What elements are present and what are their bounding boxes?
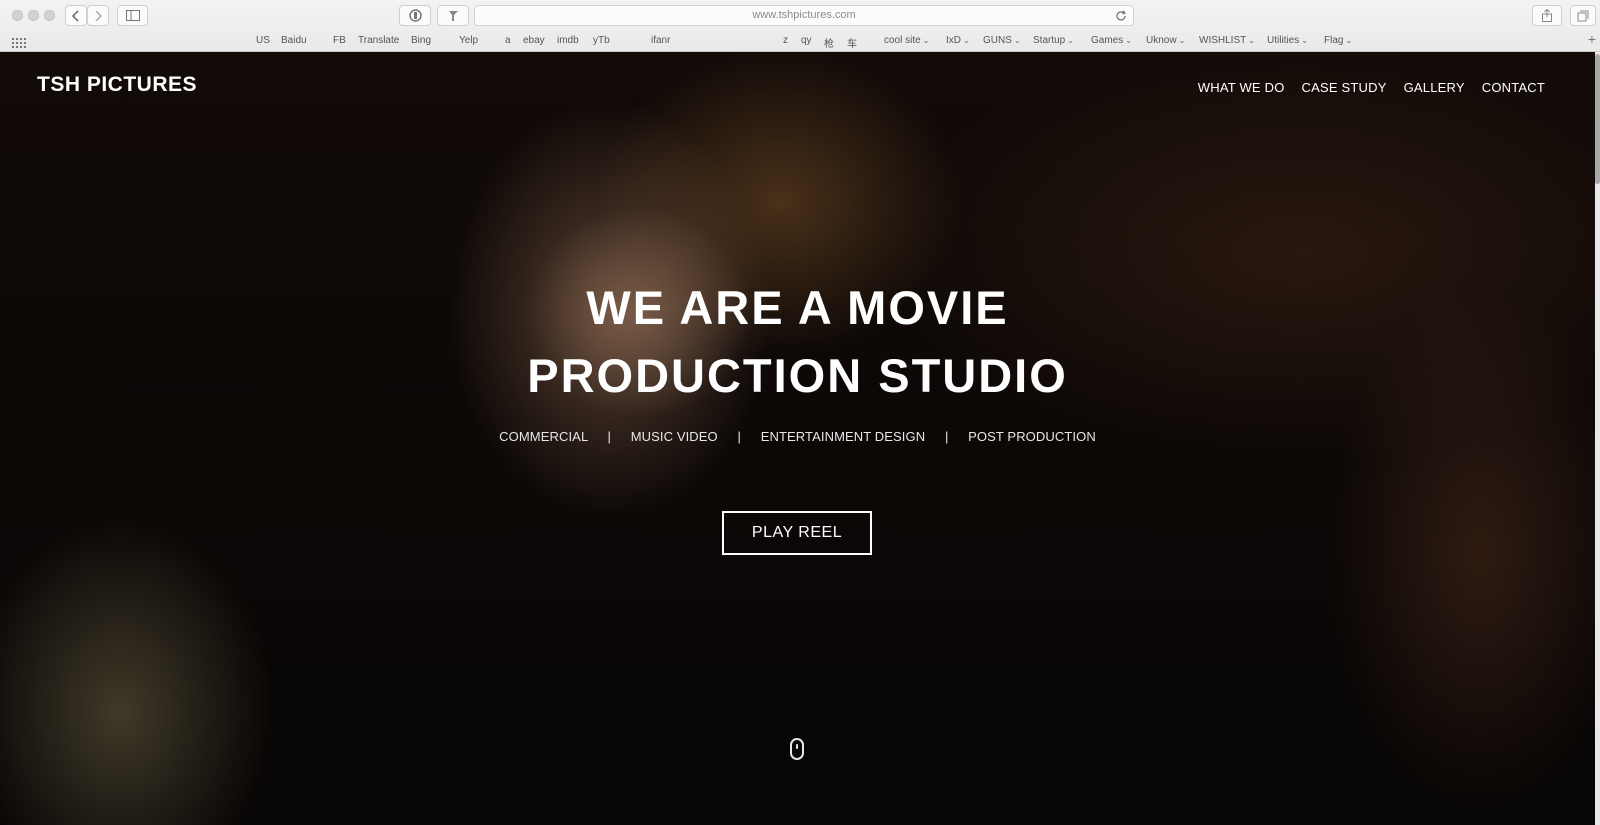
separator: | xyxy=(944,429,949,444)
headline-line-1: WE ARE A MOVIE xyxy=(586,281,1009,334)
window-close-button[interactable] xyxy=(12,10,23,21)
chevron-down-icon: ⌄ xyxy=(1301,36,1308,45)
back-button[interactable] xyxy=(65,5,87,26)
back-icon xyxy=(71,9,79,22)
bookmark-folder[interactable]: IxD ⌄ xyxy=(946,35,970,46)
address-bar[interactable]: www.tshpictures.com xyxy=(474,5,1134,26)
scroll-mouse-icon[interactable] xyxy=(790,738,804,760)
bookmark-item[interactable]: 枪 xyxy=(824,35,834,50)
share-button[interactable] xyxy=(1532,5,1562,26)
bookmark-item[interactable]: Yelp xyxy=(459,35,478,46)
nav-what-we-do[interactable]: WHAT WE DO xyxy=(1198,80,1285,95)
nav-case-study[interactable]: CASE STUDY xyxy=(1302,80,1387,95)
chevron-down-icon: ⌄ xyxy=(1067,36,1074,45)
services-list: COMMERCIAL | MUSIC VIDEO | ENTERTAINMENT… xyxy=(0,429,1595,444)
tabs-button[interactable] xyxy=(1570,5,1596,26)
chevron-down-icon: ⌄ xyxy=(1178,36,1186,45)
nav-gallery[interactable]: GALLERY xyxy=(1404,80,1465,95)
main-nav: WHAT WE DO CASE STUDY GALLERY CONTACT xyxy=(1198,80,1545,95)
bookmark-item[interactable]: a xyxy=(505,35,511,46)
bookmark-item[interactable]: z xyxy=(783,35,788,46)
bookmark-item[interactable]: 车 xyxy=(847,35,857,50)
bookmarks-bar: US Baidu FB Translate Bing Yelp a ebay i… xyxy=(0,32,1600,50)
chevron-down-icon: ⌄ xyxy=(1345,36,1353,45)
url-text: www.tshpictures.com xyxy=(752,9,856,21)
new-tab-icon[interactable]: + xyxy=(1588,31,1596,47)
chevron-down-icon: ⌄ xyxy=(922,36,930,45)
bookmark-item[interactable]: yTb xyxy=(593,35,610,46)
tabs-icon xyxy=(1577,10,1589,21)
browser-chrome: www.tshpictures.com US Baidu FB Translat… xyxy=(0,0,1600,52)
bookmark-item[interactable]: Baidu xyxy=(281,35,307,46)
chevron-down-icon: ⌄ xyxy=(963,36,970,45)
bookmark-item[interactable]: Bing xyxy=(411,35,431,46)
privacy-icon xyxy=(408,9,422,22)
privacy-button[interactable] xyxy=(399,5,431,26)
bookmark-item[interactable]: Translate xyxy=(358,35,399,46)
service-commercial: COMMERCIAL xyxy=(499,429,588,444)
bookmark-folder[interactable]: Uknow ⌄ xyxy=(1146,35,1185,46)
chevron-down-icon: ⌄ xyxy=(1013,36,1021,45)
bookmark-folder[interactable]: cool site ⌄ xyxy=(884,35,929,46)
bookmark-folder[interactable]: GUNS ⌄ xyxy=(983,35,1021,46)
chevron-down-icon: ⌄ xyxy=(1248,36,1255,45)
service-entertainment-design: ENTERTAINMENT DESIGN xyxy=(760,429,926,444)
nav-contact[interactable]: CONTACT xyxy=(1482,80,1545,95)
site-logo[interactable]: TSH PICTURES xyxy=(37,73,197,97)
reload-icon[interactable] xyxy=(1115,9,1127,27)
window-minimize-button[interactable] xyxy=(28,10,39,21)
bookmark-item[interactable]: US xyxy=(256,35,270,46)
browser-toolbar: www.tshpictures.com xyxy=(0,0,1600,30)
headline-line-2: PRODUCTION STUDIO xyxy=(527,349,1068,402)
bookmark-folder[interactable]: Games ⌄ xyxy=(1091,35,1132,46)
bookmark-folder[interactable]: Utilities ⌄ xyxy=(1267,35,1308,46)
forward-button[interactable] xyxy=(87,5,109,26)
pin-icon xyxy=(448,11,458,21)
service-music-video: MUSIC VIDEO xyxy=(630,429,718,444)
sidebar-icon xyxy=(125,10,140,21)
chevron-down-icon: ⌄ xyxy=(1125,36,1132,45)
separator: | xyxy=(737,429,741,444)
bookmark-item[interactable]: ifanr xyxy=(651,35,670,46)
bookmark-item[interactable]: imdb xyxy=(557,35,579,46)
forward-icon xyxy=(95,9,103,22)
bookmark-item[interactable]: qy xyxy=(801,35,812,46)
scrollbar-thumb[interactable] xyxy=(1595,54,1600,184)
hero-section: TSH PICTURES WHAT WE DO CASE STUDY GALLE… xyxy=(0,52,1595,825)
bookmark-item[interactable]: FB xyxy=(333,35,346,46)
pin-button[interactable] xyxy=(437,5,469,26)
share-icon xyxy=(1542,9,1552,22)
bookmark-folder[interactable]: WISHLIST ⌄ xyxy=(1199,35,1255,46)
bookmark-item[interactable]: ebay xyxy=(523,35,545,46)
separator: | xyxy=(607,429,611,444)
bookmark-folder[interactable]: Startup ⌄ xyxy=(1033,35,1074,46)
sidebar-button[interactable] xyxy=(117,5,148,26)
bookmark-folder[interactable]: Flag ⌄ xyxy=(1324,35,1352,46)
hero-headline: WE ARE A MOVIE PRODUCTION STUDIO xyxy=(0,274,1595,410)
service-post-production: POST PRODUCTION xyxy=(968,429,1096,444)
window-zoom-button[interactable] xyxy=(44,10,55,21)
play-reel-button[interactable]: PLAY REEL xyxy=(722,511,872,555)
